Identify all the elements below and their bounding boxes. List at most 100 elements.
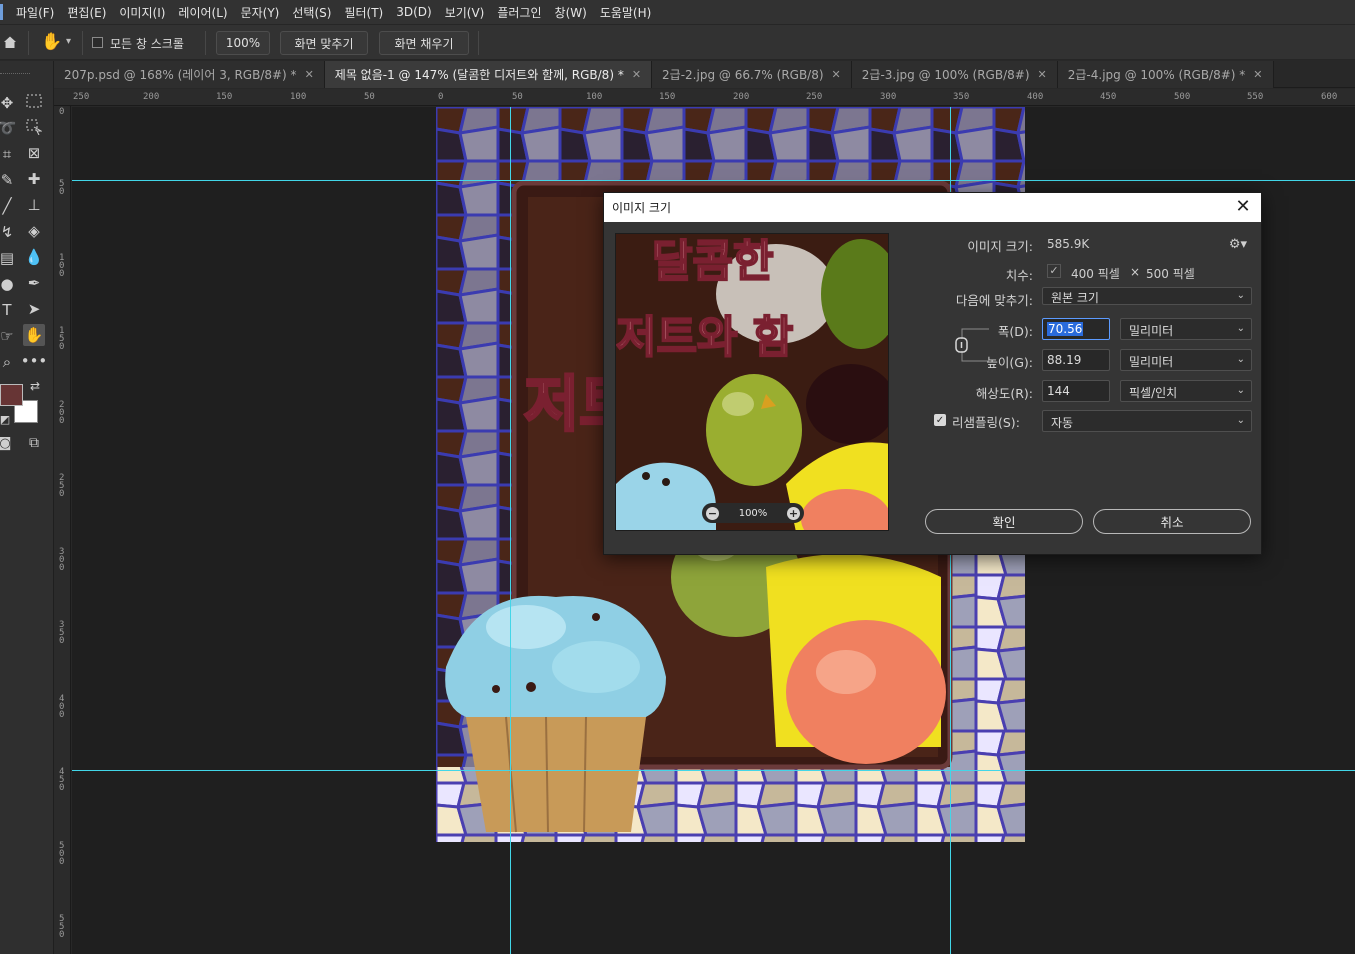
menu-view[interactable]: 보기(V) — [445, 4, 485, 21]
height-unit-select[interactable]: 밀리미터 ⌄ — [1120, 349, 1252, 371]
close-icon[interactable]: ✕ — [305, 68, 314, 81]
guide-line[interactable] — [72, 770, 1355, 771]
more-tools-icon[interactable]: ••• — [21, 350, 48, 372]
zoom-tool-icon[interactable]: ⌕ — [0, 351, 18, 373]
dimensions-toggle-icon[interactable]: ✓ — [1047, 264, 1061, 278]
eyedropper-tool-icon[interactable]: ✎ — [0, 169, 18, 191]
ruler-label: 0 — [59, 107, 65, 117]
history-brush-tool-icon[interactable]: ↯ — [0, 221, 18, 243]
chevron-down-icon: ⌄ — [1236, 323, 1245, 334]
frame-tool-icon[interactable]: ⊠ — [23, 142, 45, 164]
height-label: 높이(G): — [986, 355, 1033, 370]
panel-grip[interactable] — [0, 73, 30, 76]
zoom-100-button[interactable]: 100% — [216, 31, 270, 55]
width-unit-select[interactable]: 밀리미터 ⌄ — [1120, 318, 1252, 340]
ruler-label: 400 — [1027, 92, 1044, 102]
guide-line[interactable] — [510, 107, 511, 954]
app-edge-marker — [0, 4, 3, 20]
width-input[interactable]: 70.56 — [1042, 318, 1110, 340]
resolution-input[interactable]: 144 — [1042, 380, 1110, 402]
close-icon[interactable]: ✕ — [632, 68, 641, 81]
menu-file[interactable]: 파일(F) — [16, 4, 54, 21]
horizontal-ruler[interactable]: 250 200 150 100 50 0 50 100 150 200 250 … — [54, 89, 1355, 106]
chevron-down-icon[interactable]: ▾ — [66, 36, 71, 47]
marquee-tool-icon[interactable] — [23, 90, 45, 112]
menu-select[interactable]: 선택(S) — [292, 4, 331, 21]
blur-tool-icon[interactable]: 💧 — [23, 246, 45, 268]
preview-zoom-value: 100% — [738, 507, 768, 519]
object-select-tool-icon[interactable] — [23, 116, 45, 138]
menu-edit[interactable]: 편집(E) — [67, 4, 106, 21]
chevron-down-icon: ⌄ — [1236, 354, 1245, 365]
close-icon[interactable]: ✕ — [1253, 68, 1262, 81]
fit-to-select[interactable]: 원본 크기 ⌄ — [1042, 287, 1252, 305]
move-tool-icon[interactable]: ✥ — [0, 92, 18, 114]
close-icon[interactable]: ✕ — [1038, 68, 1047, 81]
divider — [478, 31, 479, 55]
tab-untitled-1[interactable]: 제목 없음-1 @ 147% (달콤한 디저트와 함께, RGB/8) * ✕ — [324, 61, 653, 88]
hand-tool-icon[interactable]: ✋ — [23, 324, 45, 346]
scroll-all-windows-checkbox[interactable] — [92, 37, 103, 48]
ruler-label: 250 — [59, 473, 65, 499]
healing-brush-tool-icon[interactable]: ✚ — [23, 168, 45, 190]
fill-screen-button[interactable]: 화면 채우기 — [379, 31, 469, 55]
path-select-tool-icon[interactable]: ➤ — [23, 298, 45, 320]
tab-207p[interactable]: 207p.psd @ 168% (레이어 3, RGB/8#) * ✕ — [54, 61, 325, 88]
pen-tool-icon[interactable]: ✒ — [23, 272, 45, 294]
brush-tool-icon[interactable]: ╱ — [0, 195, 18, 217]
lasso-tool-icon[interactable]: ➰ — [0, 117, 18, 139]
cancel-button[interactable]: 취소 — [1093, 509, 1251, 534]
settings-gear-icon[interactable]: ⚙▾ — [1229, 237, 1247, 252]
ruler-label: 550 — [59, 914, 65, 940]
image-size-dialog: 이미지 크기 ✕ 달콤한 저트와 함 − 100% + ⚙▾ 이미지 크기: 5… — [603, 192, 1262, 555]
zoom-out-icon[interactable]: − — [706, 506, 719, 520]
height-input[interactable]: 88.19 — [1042, 349, 1110, 371]
ruler-label: 200 — [733, 92, 750, 102]
ruler-label: 50 — [364, 92, 375, 102]
swap-colors-icon[interactable]: ⇄ — [24, 375, 46, 397]
width-unit-value: 밀리미터 — [1129, 324, 1174, 338]
fit-screen-button[interactable]: 화면 맞추기 — [280, 31, 368, 55]
tab-2-4-jpg[interactable]: 2급-4.jpg @ 100% (RGB/8#) * ✕ — [1057, 61, 1274, 88]
hand-tool-preset-icon[interactable]: ✋ — [41, 32, 62, 52]
menu-layer[interactable]: 레이어(L) — [178, 4, 227, 21]
guide-line[interactable] — [72, 180, 1355, 181]
crop-tool-icon[interactable]: ⌗ — [0, 143, 18, 165]
tab-2-3-jpg[interactable]: 2급-3.jpg @ 100% (RGB/8#) ✕ — [851, 61, 1058, 88]
fit-to-label: 다음에 맞추기: — [955, 293, 1033, 308]
default-colors-icon[interactable]: ◩ — [0, 408, 16, 430]
stamp-tool-icon[interactable]: ⊥ — [23, 194, 45, 216]
ruler-label: 150 — [216, 92, 233, 102]
ok-button[interactable]: 확인 — [925, 509, 1083, 534]
resample-select[interactable]: 자동 ⌄ — [1042, 410, 1252, 432]
dodge-tool-icon[interactable]: ● — [0, 273, 18, 295]
screen-mode-icon[interactable]: ⧉ — [23, 432, 45, 454]
menu-type[interactable]: 문자(Y) — [241, 4, 280, 21]
resolution-unit-select[interactable]: 픽셀/인치 ⌄ — [1120, 380, 1252, 402]
resample-checkbox[interactable]: ✓ — [934, 414, 946, 426]
vertical-ruler[interactable]: 0 50 100 150 200 250 300 350 400 450 500… — [54, 106, 71, 954]
document-tabs: 207p.psd @ 168% (레이어 3, RGB/8#) * ✕ 제목 없음… — [54, 61, 1355, 88]
tab-2-2-jpg[interactable]: 2급-2.jpg @ 66.7% (RGB/8) ✕ — [652, 61, 852, 88]
gradient-tool-icon[interactable]: ▤ — [0, 247, 18, 269]
menu-bar: 파일(F) 편집(E) 이미지(I) 레이어(L) 문자(Y) 선택(S) 필터… — [0, 0, 1355, 24]
quick-mask-icon[interactable]: ◙ — [0, 432, 16, 454]
tab-label: 207p.psd @ 168% (레이어 3, RGB/8#) * — [64, 68, 297, 82]
close-icon[interactable]: ✕ — [832, 68, 841, 81]
ruler-label: 150 — [59, 326, 65, 352]
menu-filter[interactable]: 필터(T) — [344, 4, 383, 21]
menu-plugins[interactable]: 플러그인 — [497, 4, 541, 21]
image-preview[interactable]: 달콤한 저트와 함 − 100% + — [615, 233, 889, 531]
home-icon[interactable] — [3, 35, 17, 49]
foreground-color-swatch[interactable] — [0, 384, 23, 406]
menu-help[interactable]: 도움말(H) — [600, 4, 652, 21]
type-tool-icon[interactable]: T — [0, 299, 18, 321]
eraser-tool-icon[interactable]: ◈ — [23, 220, 45, 242]
menu-3d[interactable]: 3D(D) — [396, 5, 431, 19]
menu-image[interactable]: 이미지(I) — [119, 4, 165, 21]
close-icon[interactable]: ✕ — [1233, 196, 1253, 217]
menu-window[interactable]: 창(W) — [555, 4, 587, 21]
zoom-in-icon[interactable]: + — [787, 506, 800, 520]
dialog-title-bar[interactable]: 이미지 크기 ✕ — [604, 193, 1261, 222]
shape-tool-icon[interactable]: ☞ — [0, 325, 18, 347]
